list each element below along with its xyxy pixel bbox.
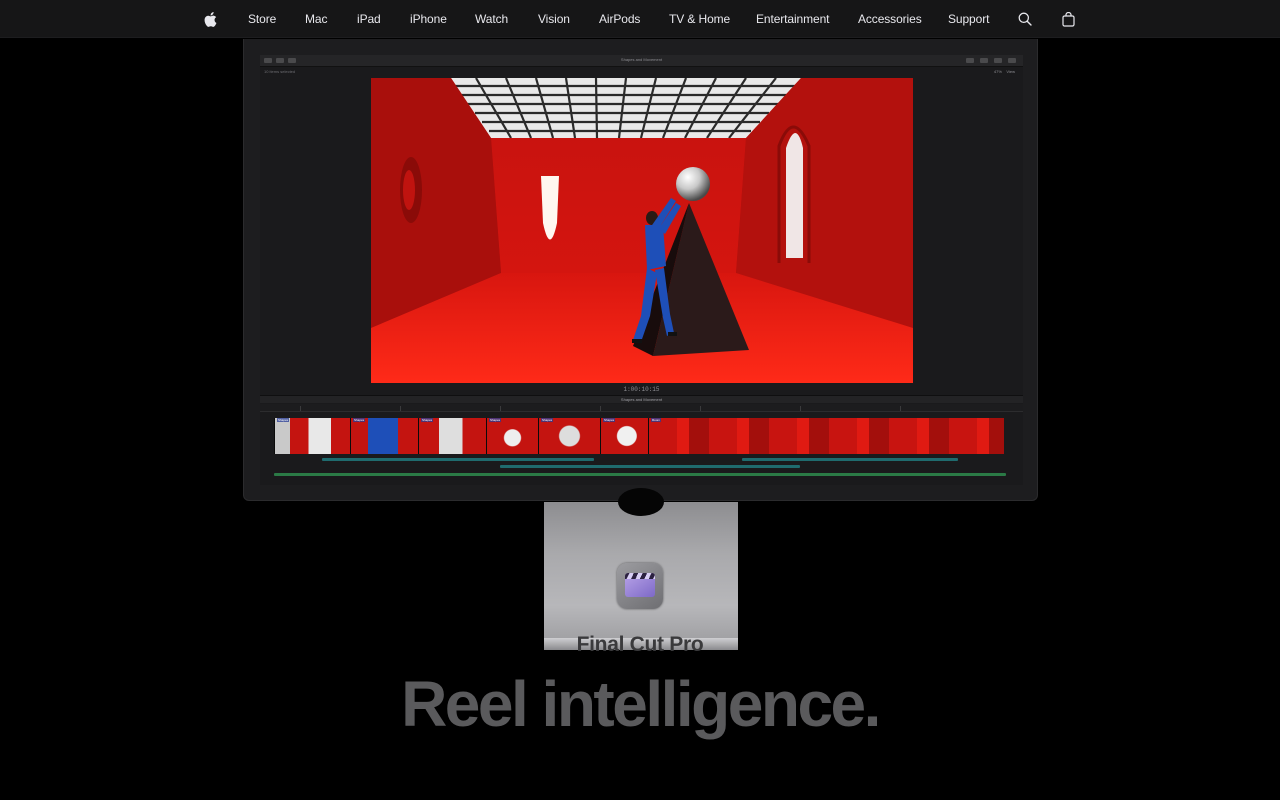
hero-headline: Reel intelligence. — [401, 668, 881, 740]
audio-lane — [742, 458, 958, 461]
timeline-clip[interactable]: Shapes — [538, 418, 600, 454]
browser-selection-label: 10 items selected — [264, 69, 296, 74]
nav-airpods[interactable]: AirPods — [599, 0, 640, 38]
timeline-clip[interactable]: Shapes — [350, 418, 418, 454]
clip-name: Room — [651, 418, 662, 422]
timeline-clip[interactable]: Shapes — [418, 418, 486, 454]
nav-mac[interactable]: Mac — [305, 0, 327, 38]
nav-watch[interactable]: Watch — [475, 0, 508, 38]
nav-entertainment[interactable]: Entertainment — [756, 0, 830, 38]
nav-store[interactable]: Store — [248, 0, 276, 38]
nav-ipad[interactable]: iPad — [357, 0, 381, 38]
red-room-scene — [371, 78, 913, 383]
nav-support[interactable]: Support — [948, 0, 989, 38]
share-icon — [1008, 58, 1016, 63]
ruler-tick — [500, 406, 501, 411]
final-cut-pro-window: Shapes and Movement 10 items selected 47… — [260, 55, 1023, 485]
clip-name: Shapes — [541, 418, 554, 422]
timeline-clips: Shapes Shapes Shapes Shapes Shapes Shape… — [274, 418, 1004, 454]
shopping-bag-icon[interactable] — [1062, 0, 1075, 38]
audio-lane — [322, 458, 594, 461]
viewer-controls: 47% View — [994, 69, 1015, 74]
timeline-clip[interactable]: Shapes — [274, 418, 350, 454]
inspector-icon — [994, 58, 1002, 63]
global-nav-list: Store Mac iPad iPhone Watch Vision AirPo… — [0, 0, 1280, 38]
stand-cutout — [618, 488, 664, 516]
clip-name: Shapes — [603, 418, 616, 422]
timecode-bar: 1:00:10:15 — [260, 386, 1023, 394]
timeline-clip[interactable]: Room — [648, 418, 1004, 454]
window-title: Shapes and Movement — [620, 57, 663, 62]
ruler-tick — [800, 406, 801, 411]
layout-icon — [966, 58, 974, 63]
clapperboard-icon — [625, 573, 655, 597]
nav-vision[interactable]: Vision — [538, 0, 570, 38]
global-nav: Store Mac iPad iPhone Watch Vision AirPo… — [0, 0, 1280, 38]
music-lane — [274, 473, 1006, 476]
apple-logo-icon[interactable] — [204, 0, 217, 38]
nav-iphone[interactable]: iPhone — [410, 0, 447, 38]
ruler-tick — [400, 406, 401, 411]
timeline-clip[interactable]: Shapes — [600, 418, 648, 454]
studio-display: Shapes and Movement 10 items selected 47… — [243, 39, 1038, 501]
audio-lane — [500, 465, 800, 468]
app-toolbar: Shapes and Movement — [260, 55, 1023, 67]
clip-name: Shapes — [353, 418, 366, 422]
timeline-clip[interactable]: Shapes — [486, 418, 538, 454]
layout-icon — [980, 58, 988, 63]
clip-name: Shapes — [277, 418, 290, 422]
viewer-zoom: 47% — [993, 69, 1002, 74]
viewer-view-menu: View — [1006, 69, 1015, 74]
display-stand — [544, 488, 738, 650]
ruler-tick — [600, 406, 601, 411]
ruler-tick — [900, 406, 901, 411]
hero-section: Shapes and Movement 10 items selected 47… — [0, 39, 1280, 800]
timeline-header: Shapes and Movement — [260, 395, 1023, 403]
ruler-tick — [300, 406, 301, 411]
timeline-project-name: Shapes and Movement — [620, 397, 663, 402]
timecode-display: 1:00:10:15 — [623, 386, 660, 393]
clip-name: Shapes — [421, 418, 434, 422]
search-icon[interactable] — [1018, 0, 1032, 38]
nav-accessories[interactable]: Accessories — [858, 0, 922, 38]
ruler-tick — [700, 406, 701, 411]
viewer-frame — [371, 78, 913, 383]
final-cut-pro-icon — [617, 563, 663, 609]
timeline-ruler — [260, 404, 1023, 412]
clip-name: Shapes — [489, 418, 502, 422]
product-name: Final Cut Pro — [576, 633, 704, 656]
nav-tv-home[interactable]: TV & Home — [669, 0, 730, 38]
